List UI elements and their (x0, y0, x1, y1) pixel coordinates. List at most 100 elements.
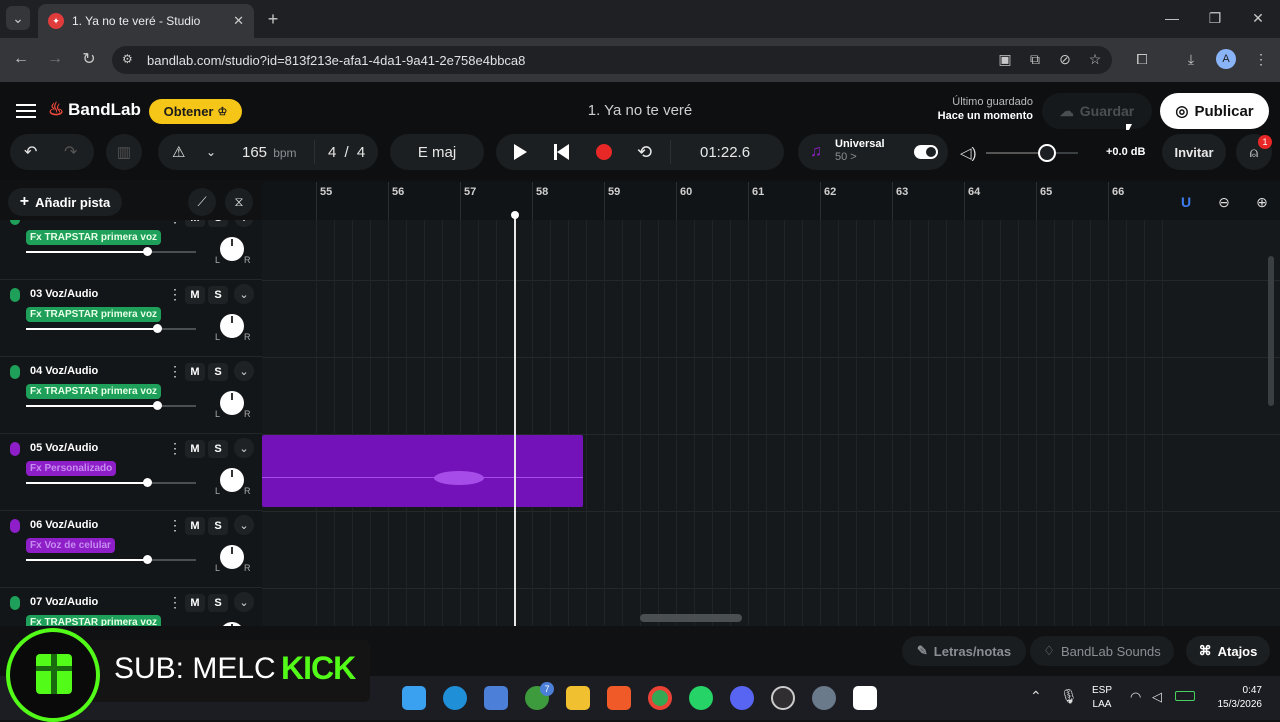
record-icon[interactable] (596, 144, 612, 160)
track-menu-icon[interactable]: ⋮ (168, 440, 182, 457)
extensions-icon[interactable]: ⧠ (1133, 50, 1151, 68)
automation-icon[interactable]: ⟋ (188, 188, 216, 216)
time-signature[interactable]: 4 / 4 (328, 144, 365, 161)
hide-icon[interactable]: ⊘ (1056, 50, 1074, 68)
track-volume-slider[interactable] (26, 401, 196, 410)
timeline-ruler[interactable]: 55 56 57 58 59 60 61 62 63 64 65 66 (262, 182, 1280, 220)
play-icon[interactable] (514, 144, 527, 160)
track-name[interactable]: 07 Voz/Audio (30, 596, 98, 608)
fx-preset-badge[interactable]: Fx TRAPSTAR primera voz (26, 384, 162, 399)
settings-gear-icon[interactable] (812, 686, 836, 710)
bookmark-star-icon[interactable]: ☆ (1086, 50, 1104, 68)
tuner-label[interactable]: Universal 50 > (835, 138, 885, 164)
metronome-dropdown-icon[interactable]: ⌄ (206, 145, 216, 159)
file-explorer-icon[interactable] (566, 686, 590, 710)
chevron-down-icon[interactable]: ⌄ (234, 220, 254, 227)
close-tab-icon[interactable]: ✕ (233, 13, 244, 29)
minimize-icon[interactable]: — (1160, 6, 1184, 30)
tray-chevron-icon[interactable]: ⌃ (1030, 688, 1042, 705)
chevron-down-icon[interactable]: ⌄ (234, 515, 254, 535)
solo-button[interactable]: S (208, 440, 228, 458)
lyrics-button[interactable]: ✎ Letras/notas (902, 636, 1026, 666)
track-volume-thumb[interactable] (143, 247, 152, 256)
chevron-down-icon[interactable]: ⌄ (234, 592, 254, 612)
reload-icon[interactable]: ↻ (78, 48, 100, 70)
publish-button[interactable]: ◎ Publicar (1160, 93, 1269, 129)
store-icon[interactable] (484, 686, 508, 710)
cast-icon[interactable]: ⧉ (1026, 50, 1044, 68)
solo-button[interactable]: S (208, 594, 228, 612)
shortcuts-button[interactable]: ⌘ Atajos (1186, 636, 1270, 666)
volume-tray-icon[interactable]: ◁ (1152, 689, 1162, 705)
horizontal-scrollbar[interactable] (640, 614, 742, 622)
whatsapp-icon[interactable] (689, 686, 713, 710)
wifi-icon[interactable]: ◠ (1130, 689, 1141, 705)
track-menu-icon[interactable]: ⋮ (168, 363, 182, 380)
pan-knob[interactable] (220, 545, 244, 569)
fx-preset-badge[interactable]: Fx Voz de celular (26, 538, 115, 553)
url-bar[interactable]: ⚙ bandlab.com/studio?id=813f213e-afa1-4d… (112, 46, 1112, 74)
chevron-down-icon[interactable]: ⌄ (234, 438, 254, 458)
arrange-area[interactable] (262, 220, 1280, 626)
track-volume-slider[interactable] (26, 555, 196, 564)
track-volume-thumb[interactable] (153, 401, 162, 410)
pan-knob[interactable] (220, 468, 244, 492)
invite-button[interactable]: Invitar (1162, 134, 1226, 170)
snap-magnet-icon[interactable]: U (1174, 190, 1198, 214)
tray-mic-icon[interactable]: 🎙 (1060, 688, 1078, 705)
fx-preset-badge[interactable]: Fx Personalizado (26, 461, 117, 476)
undo-icon[interactable]: ↶ (24, 142, 37, 162)
track-name[interactable]: 06 Voz/Audio (30, 519, 98, 531)
fx-preset-badge[interactable]: Fx TRAPSTAR primera voz (26, 307, 162, 322)
mute-button[interactable]: M (185, 517, 205, 535)
language-indicator[interactable]: ESP LAA (1092, 684, 1112, 712)
speaker-icon[interactable]: ◁) (960, 144, 977, 162)
playhead[interactable] (511, 211, 519, 626)
tools-icon[interactable]: ⧖ (225, 188, 253, 216)
instrument-keyboard-icon[interactable]: ▥ (106, 134, 142, 170)
mute-button[interactable]: M (185, 440, 205, 458)
obtener-button[interactable]: Obtener ♔ (149, 99, 242, 124)
edge-icon[interactable] (443, 686, 467, 710)
bandlab-logo[interactable]: ♨ BandLab (48, 99, 141, 120)
solo-button[interactable]: S (208, 517, 228, 535)
key-selector[interactable]: E maj (390, 134, 484, 170)
loop-icon[interactable]: ⟲ (637, 142, 652, 163)
browser-tab[interactable]: ✦ 1. Ya no te veré - Studio ✕ (38, 4, 254, 38)
pan-knob[interactable] (220, 237, 244, 261)
mute-button[interactable]: M (185, 220, 205, 227)
track-row[interactable]: 03 Voz/Audio ⋮ M S ⌄ Fx TRAPSTAR primera… (0, 280, 262, 357)
download-icon[interactable]: ⤓ (1182, 50, 1200, 68)
translate-icon[interactable]: ▣ (996, 50, 1014, 68)
chevron-down-icon[interactable]: ⌄ (234, 361, 254, 381)
track-menu-icon[interactable]: ⋮ (168, 286, 182, 303)
track-menu-icon[interactable]: ⋮ (168, 517, 182, 534)
metronome-icon[interactable]: ⚠ (172, 143, 185, 161)
time-display[interactable]: 01:22.6 (700, 144, 750, 161)
bandlab-sounds-button[interactable]: ♢ BandLab Sounds (1030, 636, 1174, 666)
track-volume-slider[interactable] (26, 324, 196, 333)
tuner-toggle[interactable] (914, 145, 938, 159)
track-volume-thumb[interactable] (143, 478, 152, 487)
track-row[interactable]: 06 Voz/Audio ⋮ M S ⌄ Fx Voz de celular L… (0, 511, 262, 588)
bpm-value[interactable]: 165 bpm (242, 144, 297, 161)
tuner-icon[interactable]: ♫ (810, 143, 822, 161)
clock[interactable]: 0:47 15/3/2026 (1206, 684, 1263, 712)
mute-button[interactable]: M (185, 363, 205, 381)
discord-icon[interactable] (730, 686, 754, 710)
restore-icon[interactable]: ❐ (1203, 6, 1227, 30)
audio-region[interactable] (262, 435, 583, 507)
master-volume-thumb[interactable] (1038, 144, 1056, 162)
close-window-icon[interactable]: ✕ (1246, 6, 1270, 30)
playhead-handle[interactable] (511, 211, 519, 219)
chrome-icon[interactable] (648, 686, 672, 710)
pan-knob[interactable] (220, 314, 244, 338)
capcut-icon[interactable] (853, 686, 877, 710)
track-volume-slider[interactable] (26, 247, 196, 256)
track-name[interactable]: 05 Voz/Audio (30, 442, 98, 454)
solo-button[interactable]: S (208, 286, 228, 304)
solo-button[interactable]: S (208, 220, 228, 227)
brave-icon[interactable] (607, 686, 631, 710)
redo-icon[interactable]: ↷ (64, 142, 77, 162)
track-menu-icon[interactable]: ⋮ (168, 220, 182, 226)
